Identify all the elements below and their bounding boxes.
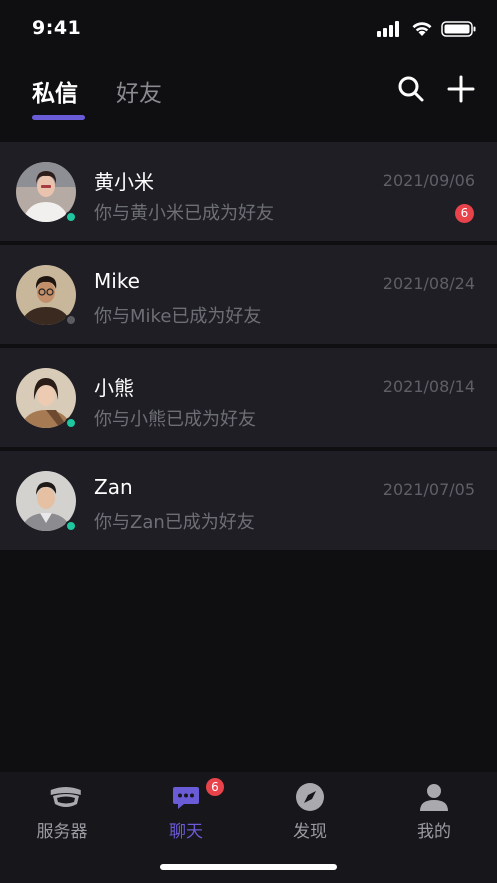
tab-chat[interactable]: 6 聊天	[124, 772, 248, 852]
message-preview: 你与黄小米已成为好友	[94, 203, 274, 224]
active-tab-indicator	[32, 115, 85, 120]
plus-icon[interactable]	[446, 74, 476, 104]
online-status-indicator	[65, 520, 77, 532]
contact-name: Zan	[94, 475, 133, 499]
search-icon[interactable]	[396, 74, 426, 104]
message-date: 2021/08/24	[382, 274, 475, 293]
online-status-indicator	[65, 417, 77, 429]
message-date: 2021/08/14	[382, 377, 475, 396]
tab-friends[interactable]: 好友	[116, 74, 162, 108]
header: 私信 好友	[0, 58, 497, 140]
chat-unread-badge: 6	[206, 778, 224, 796]
tab-server[interactable]: 服务器	[0, 772, 124, 852]
compass-icon	[296, 783, 324, 811]
tab-profile-label: 我的	[417, 822, 451, 842]
contact-name: 黄小米	[94, 170, 154, 194]
tab-discover[interactable]: 发现	[248, 772, 372, 852]
offline-status-indicator	[65, 314, 77, 326]
message-preview: 你与小熊已成为好友	[94, 409, 256, 430]
conversation-row-huangxiaomi[interactable]: 黄小米 你与黄小米已成为好友 2021/09/06 6	[0, 142, 497, 241]
signal-icon	[377, 21, 399, 37]
contact-name: Mike	[94, 269, 140, 293]
conversation-row-zan[interactable]: Zan 你与Zan已成为好友 2021/07/05	[0, 451, 497, 550]
battery-icon	[441, 21, 476, 37]
wifi-icon	[412, 22, 432, 36]
conversation-row-xiaoxiong[interactable]: 小熊 你与小熊已成为好友 2021/08/14	[0, 348, 497, 447]
conversation-row-mike[interactable]: Mike 你与Mike已成为好友 2021/08/24	[0, 245, 497, 344]
message-preview: 你与Mike已成为好友	[94, 306, 262, 327]
profile-icon	[420, 784, 448, 811]
unread-badge: 6	[455, 204, 474, 223]
tab-chat-label: 聊天	[169, 822, 203, 842]
tab-profile[interactable]: 我的	[372, 772, 496, 852]
home-indicator	[160, 864, 337, 870]
message-date: 2021/07/05	[382, 480, 475, 499]
tab-server-label: 服务器	[36, 822, 88, 842]
tab-discover-label: 发现	[293, 822, 327, 842]
online-status-indicator	[65, 211, 77, 223]
chat-icon	[173, 787, 199, 809]
message-date: 2021/09/06	[382, 171, 475, 190]
tab-messages[interactable]: 私信	[32, 74, 78, 108]
status-bar: 9:41	[0, 0, 497, 58]
message-preview: 你与Zan已成为好友	[94, 512, 255, 533]
status-time: 9:41	[32, 17, 82, 39]
contact-name: 小熊	[94, 376, 134, 400]
server-icon	[50, 787, 81, 807]
